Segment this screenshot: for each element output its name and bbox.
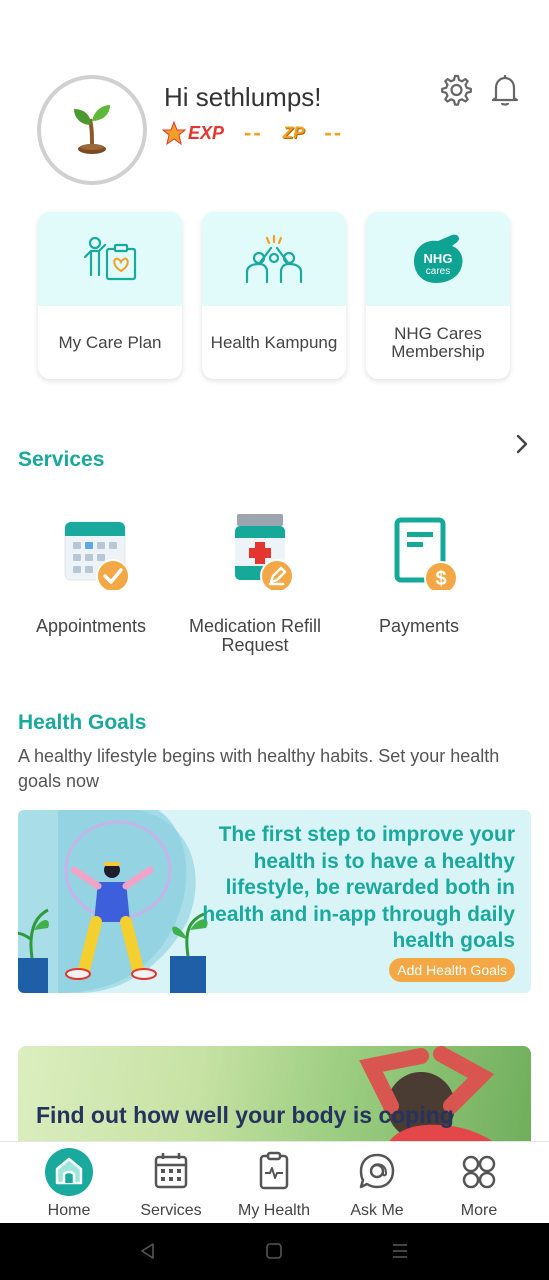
health-goals-description: A healthy lifestyle begins with healthy … bbox=[18, 746, 500, 791]
banner-text: The first step to improve your health is… bbox=[202, 823, 515, 952]
zp-value: -- bbox=[324, 120, 344, 145]
care-plan-icon bbox=[83, 236, 137, 281]
calendar-check-icon bbox=[64, 521, 130, 593]
tile-nhg-cares[interactable]: NHG cares NHG Cares Membership bbox=[366, 212, 510, 379]
bottom-nav: Home Services My Health Ask Me More bbox=[0, 1141, 549, 1223]
avatar[interactable] bbox=[37, 75, 147, 185]
points-row: EXP -- ZP -- bbox=[162, 120, 355, 146]
service-medication-refill[interactable]: Medication Refill Request bbox=[170, 510, 340, 655]
health-clipboard-icon bbox=[259, 1151, 289, 1190]
community-icon bbox=[245, 234, 303, 284]
nav-home[interactable]: Home bbox=[14, 1142, 124, 1224]
exp-label: EXP bbox=[188, 122, 225, 143]
gear-icon[interactable] bbox=[437, 72, 473, 108]
nhg-cares-icon: NHG cares bbox=[414, 234, 463, 283]
profile-header: Hi sethlumps! EXP -- ZP -- bbox=[0, 0, 549, 200]
tile-label: Health Kampung bbox=[210, 332, 338, 352]
card-text: Find out how well your body is coping bbox=[36, 1102, 454, 1128]
nav-label: More bbox=[460, 1202, 498, 1219]
nav-label: My Health bbox=[237, 1202, 311, 1219]
calendar-icon bbox=[154, 1153, 188, 1189]
stretching-person-illustration bbox=[359, 1046, 511, 1156]
sprout-icon bbox=[74, 105, 110, 154]
system-nav-bar bbox=[0, 1223, 549, 1280]
service-payments[interactable]: $ Payments bbox=[334, 510, 504, 636]
nav-more[interactable]: More bbox=[424, 1142, 534, 1224]
chevron-right-icon[interactable] bbox=[512, 432, 532, 456]
add-health-goals-button[interactable]: Add Health Goals bbox=[389, 958, 515, 982]
nav-label: Services bbox=[140, 1202, 202, 1219]
service-label: Appointments bbox=[35, 616, 147, 636]
tile-label: NHG Cares Membership bbox=[391, 323, 485, 361]
recents-icon[interactable] bbox=[390, 1241, 410, 1261]
bill-dollar-icon: $ bbox=[394, 517, 458, 595]
nhg-logo-text: NHG bbox=[424, 251, 453, 266]
service-label: Medication Refill Request bbox=[188, 616, 322, 655]
nav-my-health[interactable]: My Health bbox=[219, 1142, 329, 1224]
services-title: Services bbox=[18, 448, 105, 471]
exp-value: -- bbox=[244, 120, 263, 145]
star-icon bbox=[162, 121, 186, 145]
grid-icon bbox=[462, 1155, 496, 1189]
cares-logo-text: cares bbox=[426, 266, 450, 277]
medicine-bottle-icon bbox=[235, 514, 294, 593]
nav-services[interactable]: Services bbox=[116, 1142, 226, 1224]
quick-tiles: My Care Plan Health Kampung NHG cares NH… bbox=[38, 212, 510, 379]
body-coping-card[interactable]: Find out how well your body is coping bbox=[18, 1046, 531, 1156]
service-appointments[interactable]: Appointments bbox=[6, 510, 176, 636]
health-goals-banner[interactable]: The first step to improve your health is… bbox=[18, 810, 531, 993]
svg-text:$: $ bbox=[435, 568, 446, 590]
chat-bubble-icon bbox=[359, 1153, 395, 1189]
health-goals-title: Health Goals bbox=[18, 711, 147, 734]
tile-health-kampung[interactable]: Health Kampung bbox=[202, 212, 346, 379]
zp-label: ZP bbox=[282, 123, 305, 142]
bell-icon[interactable] bbox=[487, 72, 523, 108]
back-icon[interactable] bbox=[138, 1241, 158, 1261]
tile-my-care-plan[interactable]: My Care Plan bbox=[38, 212, 182, 379]
tile-label: My Care Plan bbox=[58, 332, 162, 352]
nav-ask-me[interactable]: Ask Me bbox=[322, 1142, 432, 1224]
home-button-icon[interactable] bbox=[264, 1241, 284, 1261]
nav-label: Home bbox=[47, 1202, 91, 1219]
home-icon bbox=[45, 1148, 93, 1196]
nav-label: Ask Me bbox=[350, 1202, 404, 1219]
service-label: Payments bbox=[378, 616, 460, 636]
greeting-text: Hi sethlumps! bbox=[164, 82, 322, 112]
